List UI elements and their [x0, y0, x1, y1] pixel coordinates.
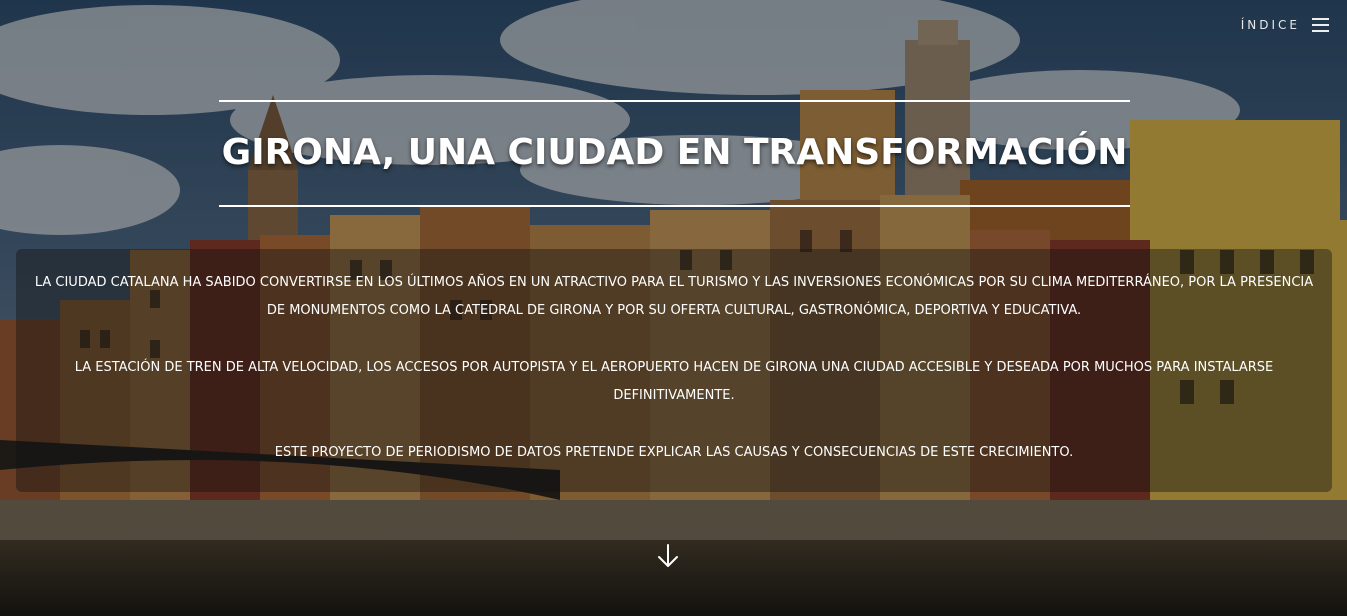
index-menu-label: ÍNDICE	[1240, 18, 1300, 32]
intro-paragraph-2: LA ESTACIÓN DE TREN DE ALTA VELOCIDAD, L…	[74, 360, 1274, 403]
intro-text-panel: LA CIUDAD CATALANA HA SABIDO CONVERTIRSE…	[16, 249, 1332, 492]
title-bottom-divider	[219, 205, 1130, 207]
hero-title-block: GIRONA, UNA CIUDAD EN TRANSFORMACIÓN	[219, 100, 1130, 207]
intro-paragraph-1: LA CIUDAD CATALANA HA SABIDO CONVERTIRSE…	[34, 275, 1314, 318]
arrow-down-icon[interactable]	[656, 543, 680, 569]
intro-paragraph-3: ESTE PROYECTO DE PERIODISMO DE DATOS PRE…	[274, 445, 1074, 460]
index-menu-toggle[interactable]: ÍNDICE	[1241, 18, 1329, 32]
page-title: GIRONA, UNA CIUDAD EN TRANSFORMACIÓN	[221, 132, 1128, 173]
hamburger-menu-icon[interactable]	[1312, 18, 1329, 32]
